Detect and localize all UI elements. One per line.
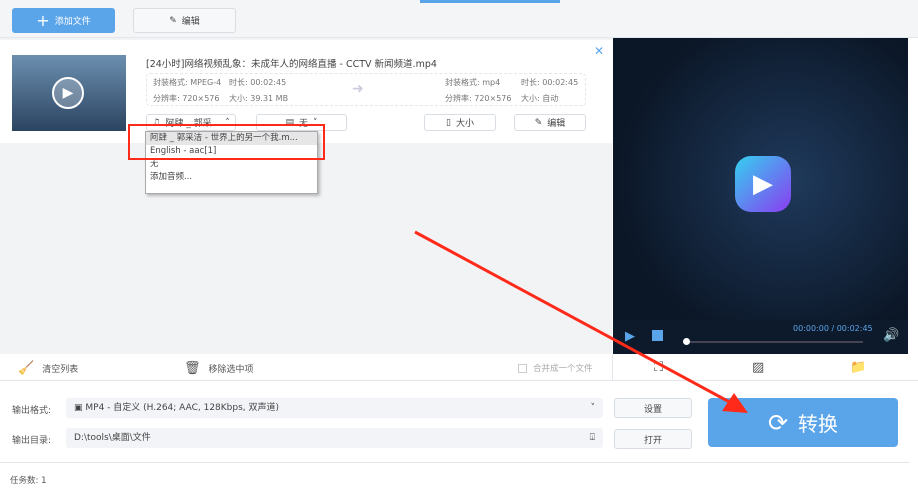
- annotation-arrow: [414, 230, 748, 413]
